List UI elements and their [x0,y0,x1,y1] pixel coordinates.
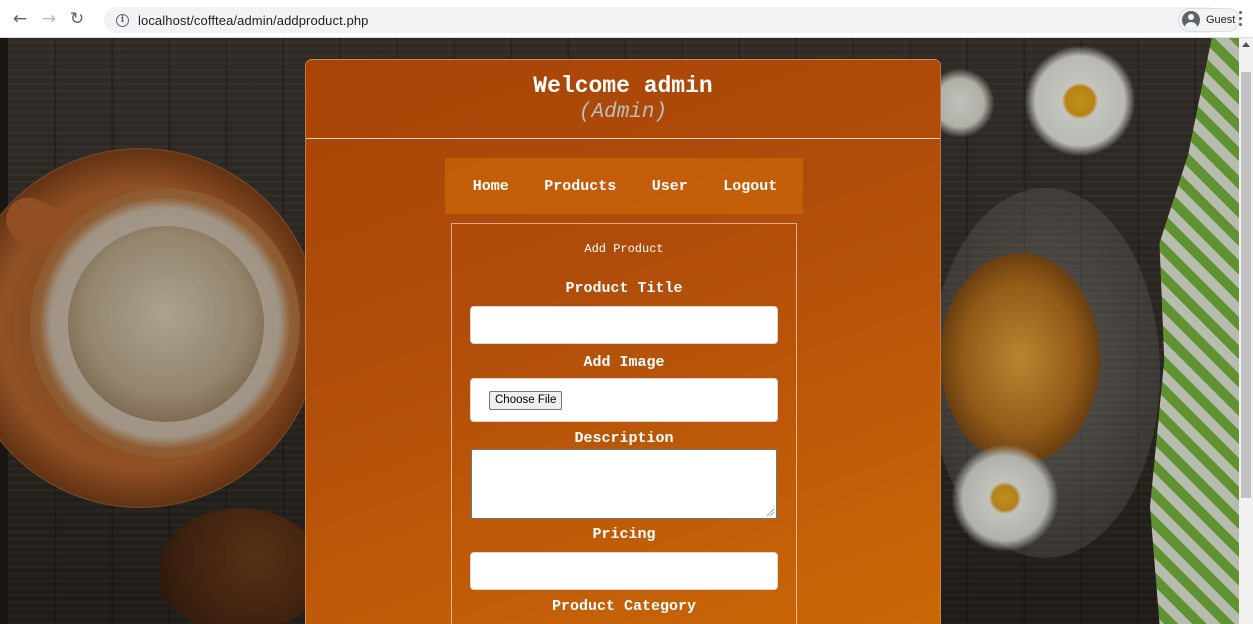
nav-logout[interactable]: Logout [723,178,777,195]
more-menu-icon[interactable] [1239,11,1243,26]
role-label: (Admin) [578,101,668,124]
vertical-scrollbar[interactable] [1239,38,1253,624]
background-coffee [68,226,264,422]
background-checkered-cloth [1150,38,1245,624]
background-daisy [945,443,1065,553]
add-image-label: Add Image [583,354,665,371]
url-text[interactable]: localhost/cofftea/admin/addproduct.php [138,13,369,28]
pricing-label: Pricing [592,526,656,543]
nav-products[interactable]: Products [544,178,616,195]
nav-user[interactable]: User [652,178,688,195]
profile-label: Guest [1206,14,1236,26]
resize-grip-icon[interactable] [767,509,774,516]
background-coffee-scoop [160,508,320,624]
product-title-input[interactable] [470,306,778,344]
back-icon[interactable]: ← [9,8,31,30]
address-bar[interactable]: i localhost/cofftea/admin/addproduct.php [104,7,1220,33]
choose-file-button[interactable]: Choose File [489,391,563,410]
nav-home[interactable]: Home [473,178,509,195]
welcome-heading: Welcome admin [533,73,713,99]
add-product-form: Add Product Product Title Add Image Choo… [451,223,797,624]
avatar-icon [1182,11,1200,29]
background-daisy [1020,46,1140,156]
info-icon[interactable]: i [116,13,129,27]
description-label: Description [574,430,674,447]
admin-panel: Welcome admin (Admin) Home Products User… [305,59,941,624]
product-title-label: Product Title [565,280,683,297]
reload-icon[interactable]: ↻ [66,8,88,30]
profile-button[interactable]: Guest [1178,8,1240,32]
form-heading: Add Product [584,242,664,256]
pricing-input[interactable] [470,552,778,590]
browser-toolbar: ← → ↻ i localhost/cofftea/admin/addprodu… [0,0,1253,38]
product-category-label: Product Category [551,598,697,615]
panel-header: Welcome admin (Admin) [306,60,940,139]
page-viewport: Welcome admin (Admin) Home Products User… [0,38,1253,624]
main-nav: Home Products User Logout [445,158,803,214]
description-textarea[interactable] [471,449,777,519]
background-tea-cup [940,253,1100,463]
forward-icon[interactable]: → [38,8,60,30]
scrollbar-thumb[interactable] [1241,72,1251,498]
image-file-field: Choose File [470,378,778,422]
scroll-up-arrow-icon[interactable] [1242,42,1250,47]
